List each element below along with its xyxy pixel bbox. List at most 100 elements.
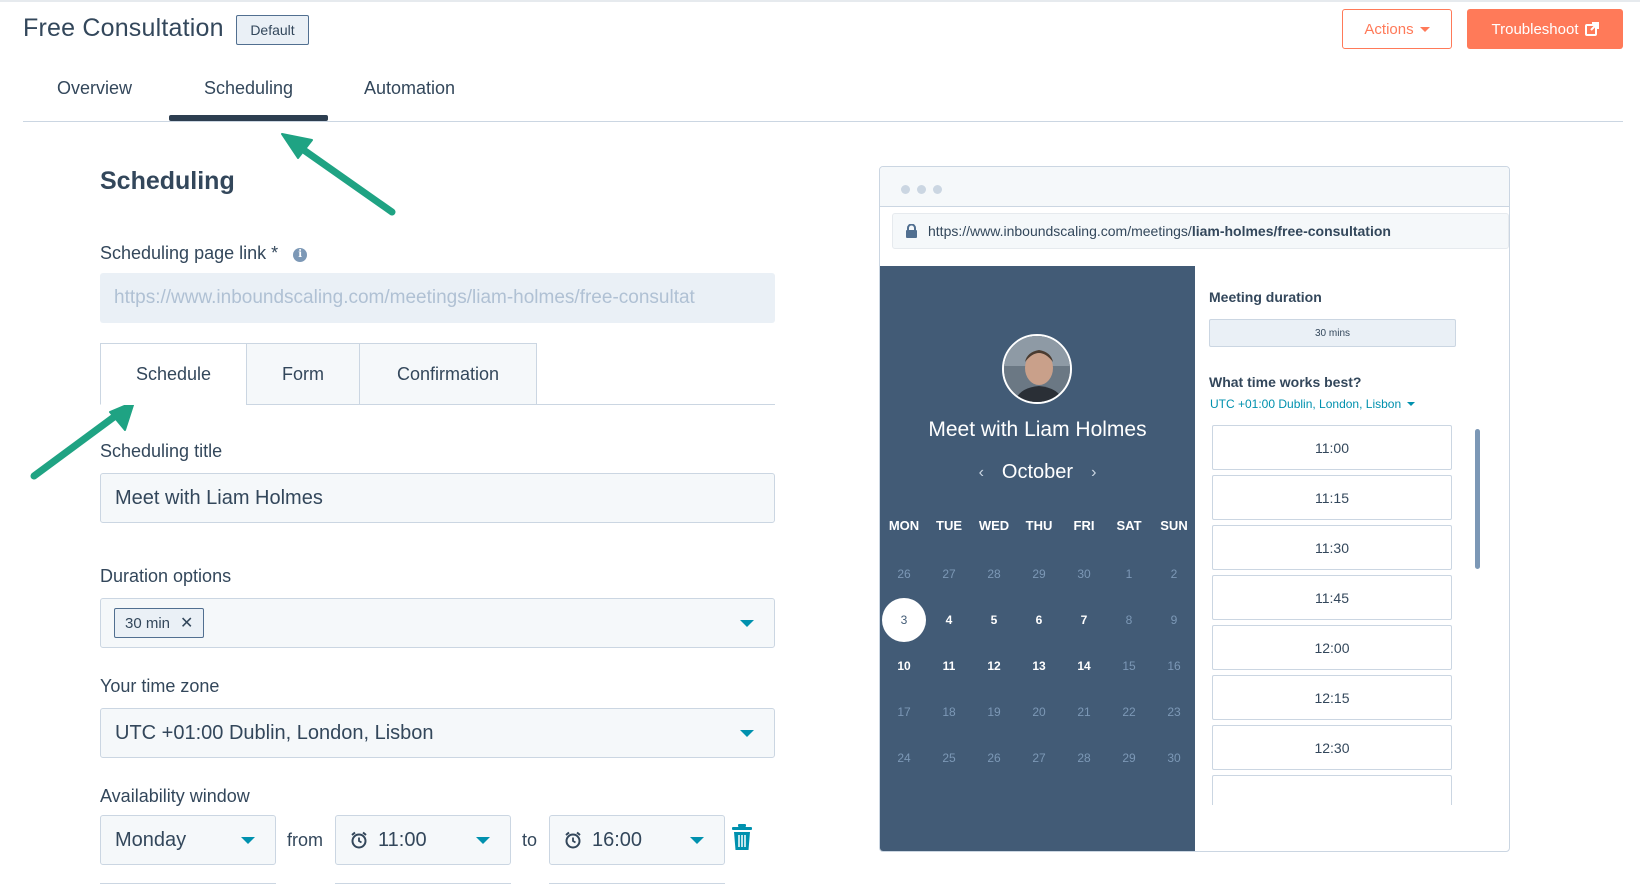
page-link-label-row: Scheduling page link * i (100, 243, 308, 264)
time-slot-button[interactable]: 12:15 (1212, 675, 1452, 720)
time-slot-list: 11:00 11:15 11:30 11:45 12:00 12:15 12:30 (1209, 425, 1459, 805)
troubleshoot-label: Troubleshoot (1491, 20, 1579, 38)
time-slot-button[interactable]: 11:45 (1212, 575, 1452, 620)
tab-form[interactable]: Form (246, 343, 360, 405)
host-title: Meet with Liam Holmes (928, 418, 1147, 441)
alarm-clock-icon (351, 831, 367, 849)
calendar-day: 2 (1170, 567, 1178, 581)
main-tabs: Overview Scheduling Automation (23, 70, 1623, 122)
calendar-day[interactable]: 13 (1017, 644, 1061, 688)
from-label: from (287, 830, 323, 850)
calendar-day: 30 (1077, 567, 1091, 581)
weekday-label: THU (1025, 518, 1053, 533)
calendar-day: 15 (1122, 659, 1136, 673)
sub-tabs: Schedule Form Confirmation (100, 343, 775, 405)
troubleshoot-button[interactable]: Troubleshoot (1467, 9, 1623, 49)
page-title: Free Consultation (23, 14, 224, 42)
calendar-day: 27 (942, 567, 956, 581)
weekday-label: FRI (1073, 518, 1095, 533)
chevron-left-icon[interactable]: ‹ (979, 464, 984, 482)
scheduling-preview: https://www.inboundscaling.com/meetings/… (879, 166, 1510, 852)
tab-overview[interactable]: Overview (57, 78, 132, 99)
weekday-label: TUE (936, 518, 962, 533)
dropdown-caret-icon (740, 730, 754, 737)
tab-scheduling[interactable]: Scheduling (168, 78, 329, 121)
slot-scrollbar[interactable] (1475, 429, 1480, 569)
calendar-day[interactable]: 10 (882, 644, 926, 688)
tab-schedule[interactable]: Schedule (100, 343, 247, 405)
calendar-day: 25 (942, 751, 956, 765)
page-link-label: Scheduling page link * (100, 243, 279, 263)
timezone-link[interactable]: UTC +01:00 Dublin, London, Lisbon (1210, 397, 1416, 411)
meeting-duration-select[interactable]: 30 mins (1209, 319, 1456, 347)
caret-down-icon (1419, 26, 1430, 32)
calendar-day[interactable]: 12 (972, 644, 1016, 688)
time-slot-button[interactable]: 11:00 (1212, 425, 1452, 470)
browser-bar (880, 167, 1509, 207)
calendar-day: 29 (1122, 751, 1136, 765)
calendar-day: 20 (1032, 705, 1046, 719)
window-dot (901, 185, 910, 194)
time-slot-button[interactable]: 11:15 (1212, 475, 1452, 520)
to-label: to (522, 830, 538, 850)
calendar-day: 26 (987, 751, 1001, 765)
calendar-day: 22 (1122, 705, 1136, 719)
dropdown-caret-icon (476, 837, 490, 844)
calendar-day[interactable]: 7 (1062, 598, 1106, 642)
time-slot-button[interactable]: 12:00 (1212, 625, 1452, 670)
page-link-input[interactable]: https://www.inboundscaling.com/meetings/… (100, 273, 775, 323)
from-time-value: 11:00 (378, 828, 427, 851)
trash-icon[interactable] (731, 823, 753, 851)
duration-options-select[interactable]: 30 min ✕ (100, 598, 775, 648)
top-divider (0, 0, 1640, 2)
calendar-day: 18 (942, 705, 956, 719)
time-zone-value: UTC +01:00 Dublin, London, Lisbon (115, 721, 434, 744)
calendar-day[interactable]: 11 (927, 644, 971, 688)
calendar-day: 1 (1125, 567, 1133, 581)
external-link-icon (1584, 22, 1599, 36)
calendar-day: 17 (897, 705, 911, 719)
dropdown-caret-icon (241, 837, 255, 844)
time-zone-select[interactable]: UTC +01:00 Dublin, London, Lisbon (100, 708, 775, 758)
tab-automation[interactable]: Automation (364, 78, 455, 99)
calendar-day: 19 (987, 705, 1001, 719)
calendar-day: 30 (1167, 751, 1181, 765)
url-text: https://www.inboundscaling.com/meetings/… (928, 223, 1391, 239)
actions-button[interactable]: Actions (1342, 9, 1452, 49)
url-path: liam-holmes/free-consultation (1191, 223, 1391, 239)
url-prefix: https://www.inboundscaling.com/meetings/ (928, 223, 1192, 239)
alarm-clock-icon (565, 831, 581, 849)
window-dot (917, 185, 926, 194)
calendar-day: 26 (897, 567, 911, 581)
tab-confirmation[interactable]: Confirmation (359, 343, 537, 405)
calendar-day[interactable]: 14 (1062, 644, 1106, 688)
info-icon[interactable]: i (293, 247, 308, 262)
time-slot-button[interactable]: 11:30 (1212, 525, 1452, 570)
timezone-link-label: UTC +01:00 Dublin, London, Lisbon (1210, 397, 1402, 411)
calendar-day: 9 (1170, 613, 1178, 627)
to-time-select[interactable]: 16:00 (549, 815, 725, 865)
scheduling-title-input[interactable]: Meet with Liam Holmes (100, 473, 775, 523)
calendar-day[interactable]: 5 (972, 598, 1016, 642)
weekday-label: MON (888, 518, 920, 533)
calendar-day: 29 (1032, 567, 1046, 581)
calendar-day-selected[interactable]: 3 (882, 598, 926, 642)
dropdown-caret-icon (740, 620, 754, 627)
calendar-day[interactable]: 6 (1017, 598, 1061, 642)
calendar-day[interactable]: 4 (927, 598, 971, 642)
from-time-select[interactable]: 11:00 (335, 815, 511, 865)
avatar (1002, 334, 1072, 404)
dropdown-caret-icon (690, 837, 704, 844)
default-badge: Default (236, 15, 309, 45)
section-title: Scheduling (100, 167, 235, 195)
chevron-right-icon[interactable]: › (1091, 464, 1096, 482)
day-select[interactable]: Monday (100, 815, 276, 865)
time-zone-label: Your time zone (100, 676, 220, 696)
availability-window-label: Availability window (100, 786, 250, 806)
time-slot-button[interactable]: 12:30 (1212, 725, 1452, 770)
time-question: What time works best? (1209, 374, 1362, 390)
remove-chip-icon[interactable]: ✕ (180, 613, 193, 633)
caret-down-icon (1407, 402, 1416, 406)
time-slot-button[interactable] (1212, 775, 1452, 805)
to-time-value: 16:00 (592, 828, 643, 851)
